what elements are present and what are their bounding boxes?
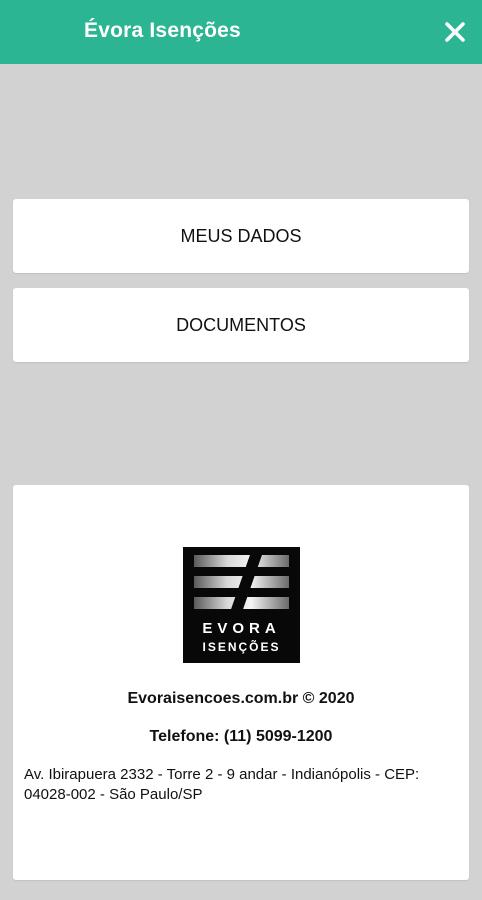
documentos-label: DOCUMENTOS xyxy=(176,314,306,335)
evora-logo: EVORA ISENÇÕES xyxy=(183,547,300,663)
meus-dados-label: MEUS DADOS xyxy=(180,225,302,246)
close-icon[interactable] xyxy=(440,17,470,47)
documentos-button[interactable]: DOCUMENTOS xyxy=(13,288,469,362)
meus-dados-button[interactable]: MEUS DADOS xyxy=(13,199,469,273)
website-text: Evoraisencoes.com.br © 2020 xyxy=(127,690,355,707)
company-info-card: EVORA ISENÇÕES Evoraisencoes.com.br © 20… xyxy=(13,485,469,880)
logo-text-evora: EVORA xyxy=(202,620,281,637)
logo-text-isencoes: ISENÇÕES xyxy=(202,640,281,654)
top-bar: Évora Isenções xyxy=(0,0,482,64)
address-text: Av. Ibirapuera 2332 - Torre 2 - 9 andar … xyxy=(24,766,420,803)
phone-text: Telefone: (11) 5099-1200 xyxy=(149,728,333,745)
app-title: Évora Isenções xyxy=(84,19,241,42)
